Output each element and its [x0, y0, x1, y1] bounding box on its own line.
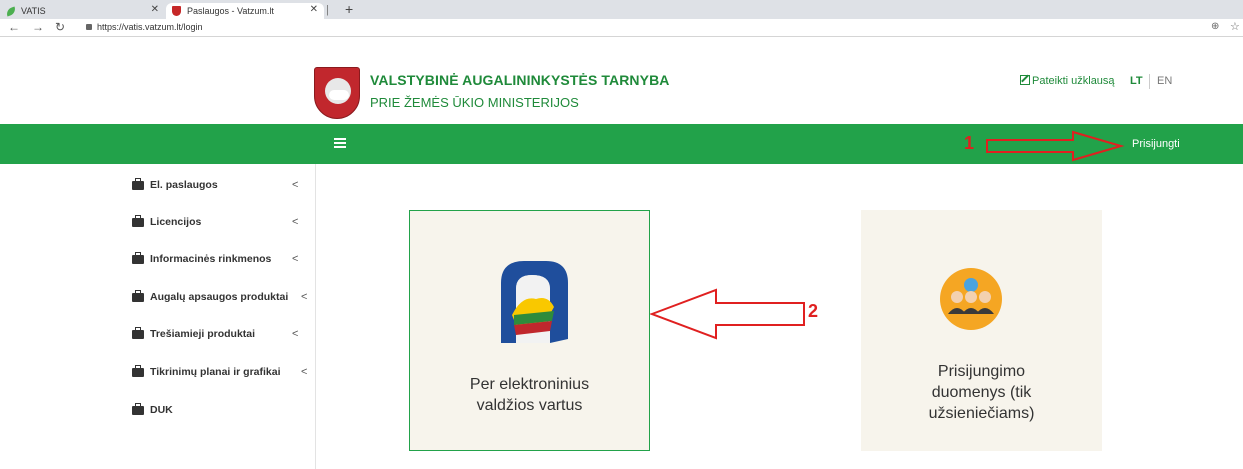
sidebar-item-augalu-apsaugos-produktai[interactable]: Augalų apsaugos produktai [132, 287, 288, 307]
chevron-left-icon[interactable]: < [292, 179, 298, 191]
browser-tab-vatis[interactable]: VATIS ✕ [0, 3, 165, 19]
address-bar: ← → ↻ https://vatis.vatzum.lt/login ⊕ ☆ [0, 19, 1243, 37]
tab-label: VATIS [21, 6, 46, 16]
tab-separator: | [326, 4, 329, 16]
gateway-icon [501, 261, 568, 343]
sidebar-item-informacines-rinkmenos[interactable]: Informacinės rinkmenos [132, 249, 271, 269]
chevron-left-icon[interactable]: < [292, 328, 298, 340]
credentials-tile-label: Prisijungimo duomenys (tik užsieniečiams… [928, 363, 1035, 422]
forward-arrow-icon[interactable]: → [32, 20, 44, 34]
edit-icon [1020, 75, 1030, 85]
people-group-icon [940, 268, 1002, 330]
sidebar-item-duk[interactable]: DUK [132, 400, 173, 420]
annotation-number-2: 2 [808, 301, 819, 321]
sidebar-item-tresiamieji-produktai[interactable]: Trešiamieji produktai [132, 324, 255, 344]
lock-icon [86, 24, 92, 30]
login-link[interactable]: Prisijungti [1132, 138, 1180, 150]
coat-of-arms-logo [314, 67, 360, 119]
lang-en-link[interactable]: EN [1157, 75, 1172, 87]
url-field[interactable]: https://vatis.vatzum.lt/login [86, 22, 203, 32]
sidebar-item-el-paslaugos[interactable]: El. paslaugos [132, 175, 218, 195]
lang-lt-link[interactable]: LT [1130, 75, 1143, 87]
shield-favicon-icon [172, 6, 181, 16]
bookmark-star-icon[interactable]: ☆ [1230, 20, 1240, 33]
new-tab-icon[interactable]: + [345, 1, 353, 17]
annotation-arrow-2-icon [650, 288, 805, 340]
briefcase-icon [132, 177, 144, 190]
browser-tab-bar: VATIS ✕ Paslaugos - Vatzum.lt ✕ | + [0, 0, 1243, 19]
submit-query-link[interactable]: Pateikti užklausą [1020, 75, 1115, 87]
briefcase-icon [132, 214, 144, 227]
sidebar: El. paslaugos < Licencijos < Informacinė… [118, 164, 316, 469]
briefcase-icon [132, 402, 144, 415]
briefcase-icon [132, 364, 144, 377]
briefcase-icon [132, 289, 144, 302]
leaf-favicon-icon [5, 6, 17, 16]
org-subtitle: PRIE ŽEMĖS ŪKIO MINISTERIJOS [370, 95, 579, 110]
zoom-icon[interactable]: ⊕ [1211, 21, 1219, 32]
chevron-left-icon[interactable]: < [301, 291, 307, 303]
org-title: VALSTYBINĖ AUGALININKYSTĖS TARNYBA [370, 72, 670, 88]
briefcase-icon [132, 251, 144, 264]
briefcase-icon [132, 326, 144, 339]
url-text: https://vatis.vatzum.lt/login [97, 22, 203, 32]
submit-query-label: Pateikti užklausą [1032, 75, 1115, 87]
annotation-arrow-1-icon [986, 130, 1125, 162]
lang-divider [1149, 74, 1150, 89]
reload-icon[interactable]: ↻ [55, 20, 65, 34]
sidebar-item-licencijos[interactable]: Licencijos [132, 212, 201, 232]
gateway-tile-label: Per elektroninius valdžios vartus [469, 376, 590, 414]
browser-tab-paslaugos[interactable]: Paslaugos - Vatzum.lt ✕ [166, 3, 324, 19]
chevron-left-icon[interactable]: < [292, 253, 298, 265]
tab-label: Paslaugos - Vatzum.lt [187, 6, 274, 16]
gateway-login-tile[interactable]: Per elektroninius valdžios vartus [409, 210, 650, 451]
credentials-login-tile[interactable]: Prisijungimo duomenys (tik užsieniečiams… [861, 210, 1102, 451]
hamburger-menu-icon[interactable] [334, 138, 346, 148]
chevron-left-icon[interactable]: < [292, 216, 298, 228]
chevron-left-icon[interactable]: < [301, 366, 307, 378]
close-icon[interactable]: ✕ [310, 4, 318, 15]
sidebar-item-tikrinimu-planai[interactable]: Tikrinimų planai ir grafikai [132, 362, 281, 382]
annotation-number-1: 1 [964, 133, 975, 153]
close-icon[interactable]: ✕ [151, 4, 159, 15]
back-arrow-icon[interactable]: ← [8, 20, 20, 34]
